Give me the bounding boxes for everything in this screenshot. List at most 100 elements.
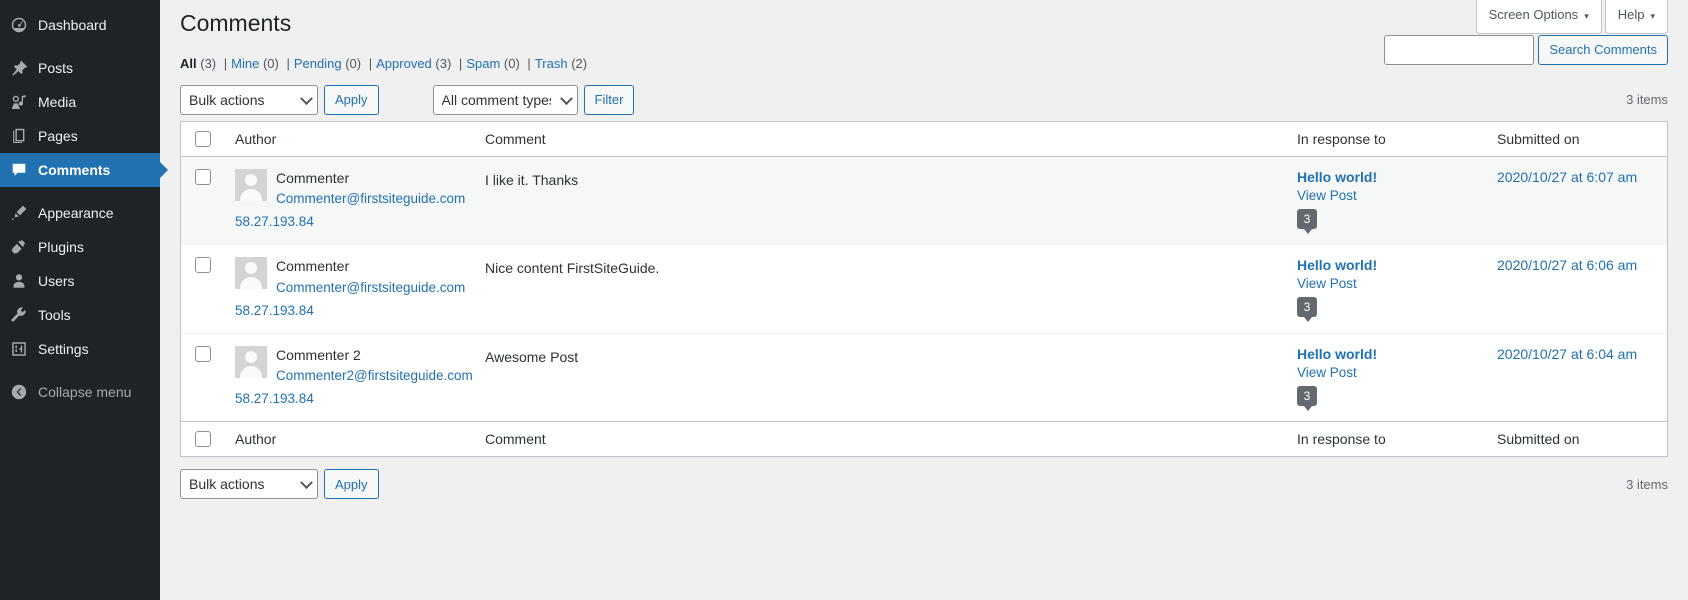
- sidebar-item-pages[interactable]: Pages: [0, 119, 160, 153]
- comment-count-bubble[interactable]: 3: [1297, 297, 1317, 323]
- filter-count-spam: (0): [503, 55, 520, 71]
- filter-separator: |: [286, 55, 290, 71]
- sidebar-item-plugins[interactable]: Plugins: [0, 230, 160, 264]
- column-header-response[interactable]: In response to: [1287, 121, 1487, 157]
- screen-options-label: Screen Options: [1488, 7, 1579, 22]
- select-all-checkbox-footer[interactable]: [195, 431, 211, 448]
- search-input[interactable]: [1384, 34, 1535, 65]
- submitted-on-link[interactable]: 2020/10/27 at 6:06 am: [1497, 257, 1637, 273]
- row-checkbox[interactable]: [195, 257, 211, 274]
- sidebar-item-dashboard[interactable]: Dashboard: [0, 8, 160, 42]
- sliders-icon: [9, 339, 29, 359]
- submitted-on-link[interactable]: 2020/10/27 at 6:07 am: [1497, 169, 1637, 185]
- author-ip-link[interactable]: 58.27.193.84: [235, 213, 465, 232]
- sidebar-item-label: Tools: [38, 307, 71, 323]
- apply-button-bottom[interactable]: Apply: [324, 469, 379, 500]
- filter-count-pending: (0): [345, 55, 362, 71]
- view-post-link[interactable]: View Post: [1297, 365, 1477, 380]
- pin-icon: [9, 58, 29, 78]
- tablenav-top: Bulk actions Apply All comment types Fil…: [180, 34, 1668, 121]
- response-post-link[interactable]: Hello world!: [1297, 346, 1477, 362]
- bulk-actions-select-top[interactable]: Bulk actions: [180, 84, 318, 115]
- response-post-link[interactable]: Hello world!: [1297, 169, 1477, 185]
- filter-label-approved[interactable]: Approved: [376, 56, 432, 71]
- apply-button-top[interactable]: Apply: [324, 84, 379, 115]
- column-footer-date[interactable]: Submitted on: [1487, 421, 1667, 457]
- date-cell: 2020/10/27 at 6:07 am: [1487, 157, 1667, 244]
- bulk-actions-select-bottom[interactable]: Bulk actions: [180, 469, 318, 500]
- row-checkbox[interactable]: [195, 168, 211, 185]
- view-post-link[interactable]: View Post: [1297, 188, 1477, 203]
- filter-separator: |: [223, 55, 228, 71]
- sidebar-item-media[interactable]: Media: [0, 85, 160, 119]
- column-footer-author[interactable]: Author: [225, 421, 475, 457]
- filter-link-all: All (3) |: [180, 51, 231, 77]
- author-ip-link[interactable]: 58.27.193.84: [235, 390, 465, 409]
- comment-text: Nice content FirstSiteGuide.: [485, 260, 660, 277]
- view-post-link[interactable]: View Post: [1297, 276, 1477, 291]
- filter-label-trash[interactable]: Trash: [535, 56, 568, 71]
- media-icon: [9, 92, 29, 112]
- comment-types-select[interactable]: All comment types: [432, 84, 578, 115]
- select-all-header: [181, 121, 225, 157]
- search-comments-button[interactable]: Search Comments: [1538, 34, 1668, 65]
- author-name: Commenter: [276, 169, 350, 186]
- comment-count-bubble[interactable]: 3: [1297, 208, 1317, 234]
- column-header-date[interactable]: Submitted on: [1487, 121, 1667, 157]
- submitted-on-link[interactable]: 2020/10/27 at 6:04 am: [1497, 346, 1637, 362]
- comment-cell: Nice content FirstSiteGuide.: [475, 244, 1287, 332]
- filter-label-all[interactable]: All: [180, 56, 197, 71]
- select-all-checkbox[interactable]: [195, 130, 211, 147]
- sidebar-item-users[interactable]: Users: [0, 264, 160, 298]
- comment-text: I like it. Thanks: [485, 171, 579, 188]
- chevron-down-icon: ▾: [1650, 11, 1655, 22]
- sidebar-item-label: Plugins: [38, 239, 84, 255]
- help-button[interactable]: Help ▾: [1604, 0, 1668, 34]
- sidebar-item-tools[interactable]: Tools: [0, 298, 160, 332]
- plug-icon: [9, 237, 29, 257]
- sidebar-item-label: Appearance: [38, 205, 114, 221]
- collapse-menu-label: Collapse menu: [38, 384, 132, 400]
- author-wrap: Commenter 2 Commenter2@firstsiteguide.co…: [235, 345, 473, 409]
- filter-link-trash: Trash (2): [535, 51, 587, 77]
- sidebar-item-comments[interactable]: Comments: [0, 153, 168, 187]
- author-email-link[interactable]: Commenter@firstsiteguide.com: [276, 279, 465, 298]
- author-email-link[interactable]: Commenter@firstsiteguide.com: [276, 190, 465, 209]
- sidebar-item-label: Media: [38, 94, 77, 110]
- sidebar-separator: [0, 42, 160, 51]
- screen-meta-links: Screen Options ▾ Help ▾: [1475, 0, 1668, 34]
- table-row: Commenter Commenter@firstsiteguide.com 5…: [181, 156, 1667, 245]
- table-footer-row: Author Comment In response to Submitted …: [181, 421, 1667, 457]
- column-footer-response[interactable]: In response to: [1287, 421, 1487, 457]
- table-head: Author Comment In response to Submitted …: [181, 121, 1667, 157]
- filter-label-mine[interactable]: Mine: [231, 56, 259, 71]
- sidebar-separator: [0, 187, 160, 196]
- screen-options-button[interactable]: Screen Options ▾: [1475, 0, 1602, 34]
- admin-sidebar: Dashboard Posts Media Pages Comments App…: [0, 0, 168, 600]
- comment-count-wrap: 3: [1297, 385, 1477, 411]
- filter-label-spam[interactable]: Spam: [466, 56, 500, 71]
- row-checkbox[interactable]: [195, 345, 211, 362]
- sidebar-item-appearance[interactable]: Appearance: [0, 196, 160, 230]
- filter-separator: |: [527, 55, 531, 71]
- sidebar-item-posts[interactable]: Posts: [0, 51, 160, 85]
- filter-label-pending[interactable]: Pending: [294, 56, 342, 71]
- column-header-author[interactable]: Author: [225, 121, 475, 157]
- table-foot: Author Comment In response to Submitted …: [181, 421, 1667, 457]
- comment-count-wrap: 3: [1297, 208, 1477, 234]
- collapse-menu-button[interactable]: Collapse menu: [0, 375, 160, 409]
- filter-link-spam: Spam (0) |: [466, 51, 535, 77]
- author-ip-link[interactable]: 58.27.193.84: [235, 302, 465, 321]
- sidebar-item-label: Pages: [38, 128, 78, 144]
- comment-text: Awesome Post: [485, 348, 579, 365]
- response-post-link[interactable]: Hello world!: [1297, 257, 1477, 273]
- filter-button[interactable]: Filter: [583, 84, 635, 115]
- comment-count-bubble[interactable]: 3: [1297, 385, 1317, 411]
- date-cell: 2020/10/27 at 6:04 am: [1487, 332, 1667, 421]
- displaying-num-bottom: 3 items: [1626, 476, 1668, 492]
- sidebar-item-label: Users: [38, 273, 75, 289]
- author-email-link[interactable]: Commenter2@firstsiteguide.com: [276, 367, 473, 386]
- filter-count-mine: (0): [262, 55, 279, 71]
- admin-screen: Dashboard Posts Media Pages Comments App…: [0, 0, 1688, 600]
- sidebar-item-settings[interactable]: Settings: [0, 332, 160, 366]
